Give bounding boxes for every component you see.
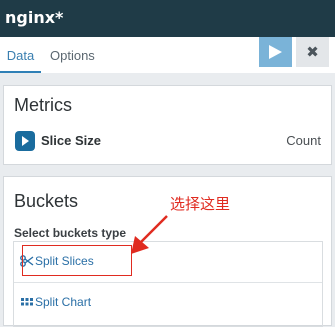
metric-agg-label[interactable]: Slice Size — [41, 133, 101, 148]
grid-icon — [21, 298, 33, 306]
play-icon — [269, 45, 282, 59]
split-chart-option[interactable]: Split Chart — [14, 282, 322, 322]
metric-agg-value: Count — [286, 133, 321, 148]
annotation-text: 选择这里 — [170, 195, 231, 213]
caret-right-icon — [22, 136, 29, 146]
title-bar: nginx* — [0, 0, 335, 37]
annotation-arrow-icon — [131, 215, 168, 254]
close-icon: ✖ — [306, 44, 319, 61]
tab-options[interactable]: Options — [50, 37, 102, 73]
apply-changes-button[interactable] — [259, 37, 292, 67]
metrics-title: Metrics — [14, 95, 72, 115]
annotation-highlight-box — [22, 245, 132, 276]
metric-toggle-button[interactable] — [15, 131, 35, 151]
split-chart-label: Split Chart — [35, 295, 92, 309]
metrics-panel: Metrics Slice Size Count — [3, 85, 332, 165]
discard-changes-button[interactable]: ✖ — [296, 37, 329, 67]
buckets-title: Buckets — [14, 191, 79, 211]
visualization-title: nginx* — [5, 8, 64, 27]
select-buckets-type-label: Select buckets type — [14, 226, 127, 240]
tab-data[interactable]: Data — [0, 37, 41, 73]
